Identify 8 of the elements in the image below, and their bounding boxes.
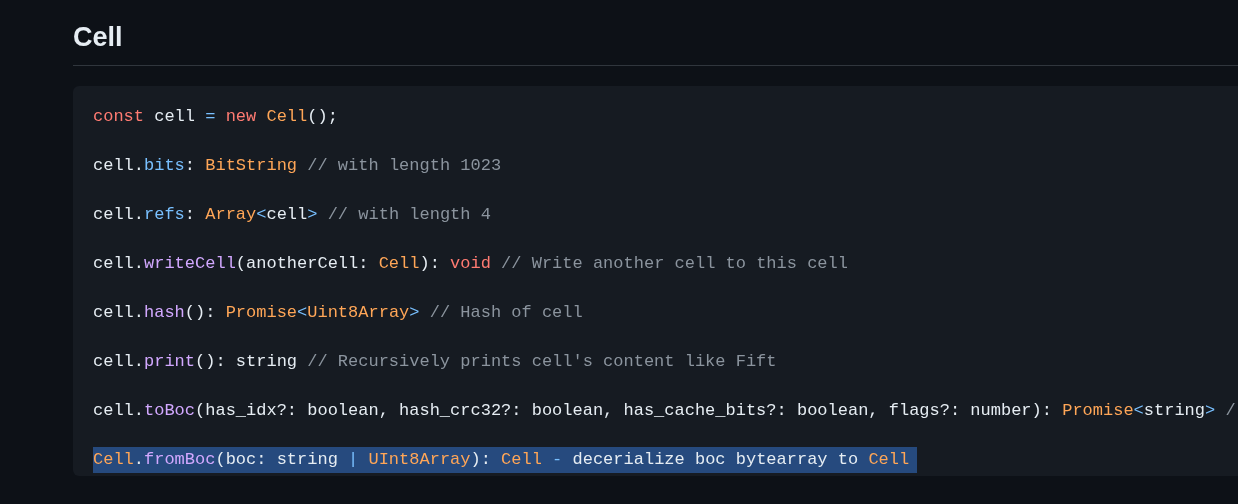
code-line: cell.refs: Array<cell> // with length 4 (93, 204, 492, 226)
code-line: cell.hash(): Promise<Uint8Array> // Hash of cell (93, 302, 584, 324)
section-heading: Cell (73, 20, 1238, 66)
code-line: const cell = new Cell(); (93, 106, 339, 128)
code-line: cell.toBoc(has_idx?: boolean, hash_crc32?: boolean, has_cache_bits?: boolean, flags?: number): Promise<string> / (93, 400, 1237, 422)
code-line: cell.print(): string // Recursively prints cell's content like Fift (93, 351, 778, 373)
code-line: cell.bits: BitString // with length 1023 (93, 155, 503, 177)
code-line: cell.writeCell(anotherCell: Cell): void // Write another cell to this cell (93, 253, 849, 275)
